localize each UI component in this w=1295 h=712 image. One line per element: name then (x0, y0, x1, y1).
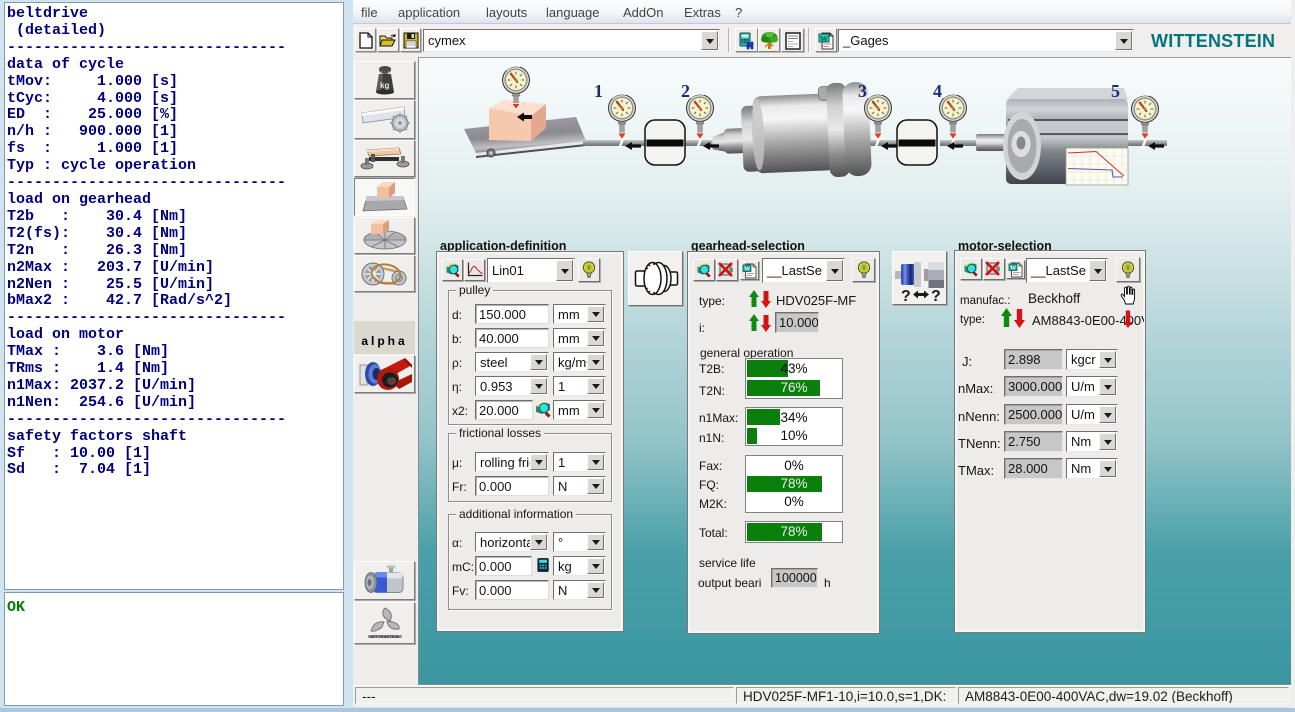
svg-text:?: ? (931, 288, 941, 304)
svg-text:W: W (820, 35, 828, 44)
svg-text:kg: kg (380, 81, 389, 90)
svg-text:W: W (743, 265, 750, 272)
svg-text:3: 3 (858, 81, 867, 101)
svg-text:?: ? (901, 288, 911, 304)
svg-text:1: 1 (594, 81, 603, 101)
svg-text:W: W (1009, 264, 1016, 271)
svg-text:WITTENSTEIN: WITTENSTEIN (370, 634, 399, 639)
svg-text:4: 4 (933, 81, 942, 101)
svg-text:2: 2 (681, 81, 690, 101)
svg-text:5: 5 (1111, 81, 1120, 101)
